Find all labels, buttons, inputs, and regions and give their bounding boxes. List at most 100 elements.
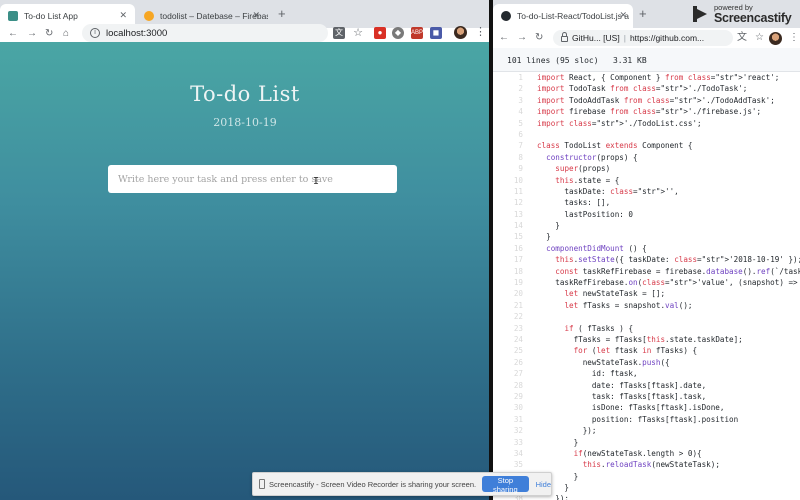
line-number[interactable]: 13 bbox=[493, 209, 527, 220]
line-number[interactable]: 20 bbox=[493, 288, 527, 299]
brand-name: Screencastify bbox=[714, 10, 792, 25]
line-number[interactable]: 28 bbox=[493, 380, 527, 391]
close-tab-icon[interactable]: ✕ bbox=[252, 10, 260, 21]
line-number[interactable]: 29 bbox=[493, 391, 527, 402]
line-number[interactable]: 7 bbox=[493, 140, 527, 151]
back-icon[interactable]: ← bbox=[499, 32, 509, 44]
recorder-extension-icon[interactable]: ● bbox=[374, 27, 386, 39]
code-text: position: fTasks[ftask].position bbox=[537, 414, 739, 424]
code-line: 6 bbox=[493, 129, 800, 140]
profile-avatar[interactable] bbox=[454, 26, 467, 39]
line-number[interactable]: 21 bbox=[493, 300, 527, 311]
line-number[interactable]: 1 bbox=[493, 72, 527, 83]
text-cursor-icon: I bbox=[313, 176, 320, 187]
line-number[interactable]: 19 bbox=[493, 277, 527, 288]
code-line: 28 date: fTasks[ftask].date, bbox=[493, 380, 800, 391]
code-text: } bbox=[537, 232, 551, 242]
forward-icon[interactable]: → bbox=[27, 28, 37, 40]
line-number[interactable]: 11 bbox=[493, 186, 527, 197]
line-number[interactable]: 17 bbox=[493, 254, 527, 265]
address-bar[interactable]: GitHu... [US] | https://github.com... bbox=[553, 30, 733, 46]
extension-icon[interactable]: ◼ bbox=[430, 27, 442, 39]
code-text: this.state = { bbox=[555, 175, 620, 185]
extension-icon[interactable]: ◆ bbox=[392, 27, 404, 39]
page-title: To-do List bbox=[190, 82, 300, 106]
code-line: 11 taskDate: class="str">'', bbox=[493, 186, 800, 197]
menu-icon[interactable]: ⋮ bbox=[789, 32, 799, 44]
code-line: 13 lastPosition: 0 bbox=[493, 209, 800, 220]
address-bar[interactable]: i localhost:3000 bbox=[82, 24, 328, 42]
line-number[interactable]: 31 bbox=[493, 414, 527, 425]
code-block: 1 import React, { Component } from class=… bbox=[493, 72, 800, 500]
line-number[interactable]: 16 bbox=[493, 243, 527, 254]
menu-icon[interactable]: ⋮ bbox=[475, 26, 486, 39]
code-text: if ( fTasks ) { bbox=[564, 323, 634, 333]
bookmark-star-icon[interactable]: ☆ bbox=[352, 27, 364, 39]
url-text: localhost:3000 bbox=[106, 27, 168, 39]
code-line: 14 } bbox=[493, 220, 800, 231]
code-text: const taskRefFirebase = firebase.databas… bbox=[555, 266, 800, 276]
bookmark-star-icon[interactable]: ☆ bbox=[755, 32, 764, 44]
line-number[interactable]: 23 bbox=[493, 323, 527, 334]
line-number[interactable]: 34 bbox=[493, 448, 527, 459]
task-input[interactable] bbox=[108, 165, 397, 193]
stop-sharing-button[interactable]: Stop sharing bbox=[482, 476, 529, 494]
line-number[interactable]: 12 bbox=[493, 197, 527, 208]
code-line: 20 let newStateTask = []; bbox=[493, 288, 800, 299]
hide-button[interactable]: Hide bbox=[536, 480, 551, 489]
translate-icon[interactable]: 文 bbox=[737, 32, 747, 44]
line-number[interactable]: 5 bbox=[493, 118, 527, 129]
reload-icon[interactable]: ↻ bbox=[45, 28, 53, 40]
close-tab-icon[interactable]: ✕ bbox=[119, 10, 127, 21]
line-number[interactable]: 8 bbox=[493, 152, 527, 163]
forward-icon[interactable]: → bbox=[517, 32, 527, 44]
line-number[interactable]: 6 bbox=[493, 129, 527, 140]
line-number[interactable]: 24 bbox=[493, 334, 527, 345]
line-number[interactable]: 26 bbox=[493, 357, 527, 368]
site-identity: GitHu... [US] bbox=[572, 33, 620, 43]
code-line: 24 fTasks = fTasks[this.state.taskDate]; bbox=[493, 334, 800, 345]
github-icon bbox=[501, 11, 511, 21]
code-text: import React, { Component } from class="… bbox=[537, 73, 780, 82]
profile-avatar[interactable] bbox=[769, 32, 782, 45]
close-tab-icon[interactable]: ✕ bbox=[619, 10, 627, 21]
home-icon[interactable]: ⌂ bbox=[63, 28, 69, 40]
new-tab-button[interactable]: + bbox=[639, 7, 647, 21]
code-line: 22 bbox=[493, 311, 800, 322]
line-number[interactable]: 27 bbox=[493, 368, 527, 379]
todo-app: To-do List 2018-10-19 I bbox=[0, 42, 490, 500]
info-icon[interactable]: i bbox=[90, 28, 100, 38]
line-number[interactable]: 22 bbox=[493, 311, 527, 322]
code-text: taskDate: class="str">'', bbox=[537, 186, 679, 196]
code-text: import TodoAddTask from class="str">'./T… bbox=[537, 95, 775, 105]
code-line: 23 if ( fTasks ) { bbox=[493, 323, 800, 334]
line-number[interactable]: 30 bbox=[493, 402, 527, 413]
code-line: 25 for (let ftask in fTasks) { bbox=[493, 345, 800, 356]
line-number[interactable]: 15 bbox=[493, 231, 527, 242]
screen-share-icon bbox=[259, 479, 266, 489]
back-icon[interactable]: ← bbox=[8, 28, 18, 40]
line-number[interactable]: 4 bbox=[493, 106, 527, 117]
new-tab-button[interactable]: + bbox=[278, 7, 286, 21]
adblock-icon[interactable]: ABP bbox=[411, 27, 423, 39]
line-number[interactable]: 10 bbox=[493, 175, 527, 186]
tab-github-file[interactable]: To-do-List-React/TodoList.js a ✕ bbox=[493, 4, 633, 28]
code-text: date: fTasks[ftask].date, bbox=[537, 380, 707, 390]
line-number[interactable]: 33 bbox=[493, 437, 527, 448]
line-number[interactable]: 25 bbox=[493, 345, 527, 356]
line-number[interactable]: 18 bbox=[493, 266, 527, 277]
code-line: 35 this.reloadTask(newStateTask); bbox=[493, 459, 800, 470]
line-number[interactable]: 9 bbox=[493, 163, 527, 174]
line-number[interactable]: 2 bbox=[493, 83, 527, 94]
line-number[interactable]: 3 bbox=[493, 95, 527, 106]
reload-icon[interactable]: ↻ bbox=[535, 32, 543, 44]
line-number[interactable]: 32 bbox=[493, 425, 527, 436]
line-number[interactable]: 35 bbox=[493, 459, 527, 470]
line-number[interactable]: 14 bbox=[493, 220, 527, 231]
translate-icon[interactable]: 文 bbox=[333, 27, 345, 39]
code-text: for (let ftask in fTasks) { bbox=[573, 346, 698, 356]
task-date: 2018-10-19 bbox=[213, 116, 277, 129]
code-text: let fTasks = snapshot.val(); bbox=[564, 300, 693, 310]
code-line: 7 class TodoList extends Component { bbox=[493, 140, 800, 151]
app-favicon-icon bbox=[8, 11, 18, 21]
